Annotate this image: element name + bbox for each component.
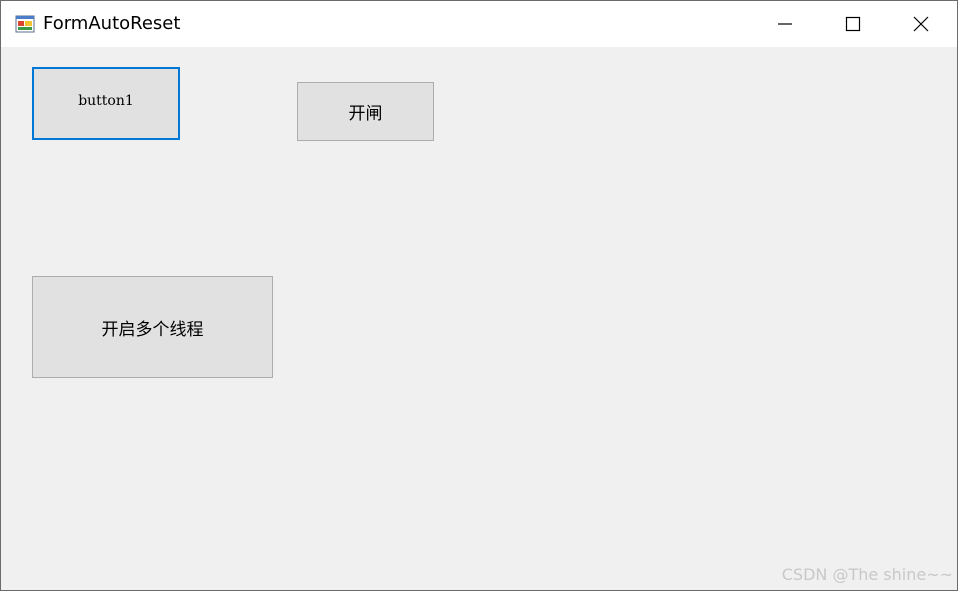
window-title: FormAutoReset [43, 13, 181, 34]
minimize-icon [778, 23, 792, 25]
maximize-button[interactable] [819, 1, 887, 47]
app-window: FormAutoReset button1 开闸 开启多个线程 CSDN @Th… [0, 0, 958, 591]
close-button[interactable] [887, 1, 955, 47]
start-threads-button[interactable]: 开启多个线程 [32, 276, 273, 378]
maximize-icon [845, 16, 861, 32]
title-bar[interactable]: FormAutoReset [1, 1, 957, 47]
minimize-button[interactable] [751, 1, 819, 47]
watermark: CSDN @The shine~~ [781, 565, 953, 584]
close-icon [913, 16, 929, 32]
open-gate-button[interactable]: 开闸 [297, 82, 434, 141]
button1[interactable]: button1 [32, 67, 180, 140]
form-icon [15, 14, 35, 34]
form-client-area: button1 开闸 开启多个线程 CSDN @The shine~~ [1, 47, 957, 590]
